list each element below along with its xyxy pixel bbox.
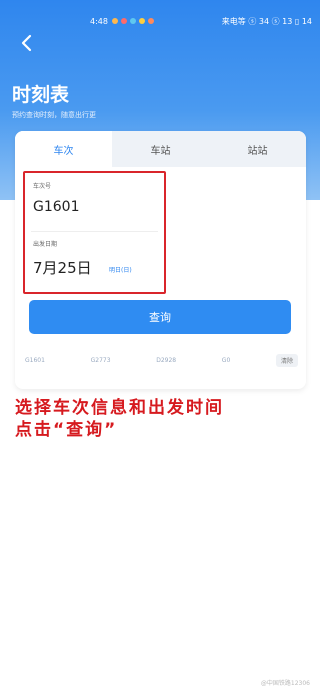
caption-line: 选择车次信息和出发时间 — [15, 398, 224, 418]
search-card: 车次 车站 站站 车次号 G1601 出发日期 7月25日 明日(日) 查询 G… — [15, 131, 306, 389]
tab-station[interactable]: 车站 — [112, 131, 209, 167]
back-arrow-icon[interactable] — [18, 34, 36, 52]
date-weekday-tag: 明日(日) — [109, 267, 132, 274]
history-item[interactable]: G2773 — [91, 357, 111, 364]
departure-date-input[interactable]: 7月25日 — [33, 257, 92, 278]
status-time: 4:48 — [90, 16, 108, 26]
notification-dot-icon — [111, 18, 118, 24]
history-item[interactable]: G1601 — [25, 357, 45, 364]
watermark: @中国铁路12306 — [260, 680, 310, 687]
instruction-caption: 选择车次信息和出发时间 点击“查询” — [15, 397, 315, 441]
search-history: G1601 G2773 D2928 G0 清除 — [25, 352, 298, 368]
page-title: 时刻表 — [12, 84, 70, 106]
query-button[interactable]: 查询 — [29, 300, 291, 334]
clear-history-button[interactable]: 清除 — [275, 353, 298, 367]
status-indicators: 来电等 ⓢ 34 ⓢ 13 ▯ 14 — [221, 16, 312, 26]
departure-date-label: 出发日期 — [33, 241, 58, 248]
notification-dot-icon — [138, 18, 145, 24]
caption-line: 点击“查询” — [15, 420, 118, 440]
status-bar: 4:48 来电等 ⓢ 34 ⓢ 13 ▯ 14 — [90, 14, 312, 28]
notification-dot-icon — [129, 18, 136, 24]
train-number-label: 车次号 — [33, 183, 52, 190]
highlighted-form-box: 车次号 G1601 出发日期 7月25日 明日(日) — [23, 171, 166, 294]
notification-icons — [111, 18, 154, 24]
train-number-input[interactable]: G1601 — [33, 199, 79, 215]
notification-dot-icon — [120, 18, 127, 24]
tab-station-to-station[interactable]: 站站 — [209, 131, 306, 167]
notification-dot-icon — [147, 18, 154, 24]
history-item[interactable]: D2928 — [156, 357, 176, 364]
history-item[interactable]: G0 — [222, 357, 230, 364]
page-subtitle: 预约查询时刻，随意出行更 — [12, 111, 96, 119]
tab-bar: 车次 车站 站站 — [15, 131, 306, 167]
tab-train-number[interactable]: 车次 — [15, 131, 112, 167]
field-divider — [31, 231, 158, 232]
